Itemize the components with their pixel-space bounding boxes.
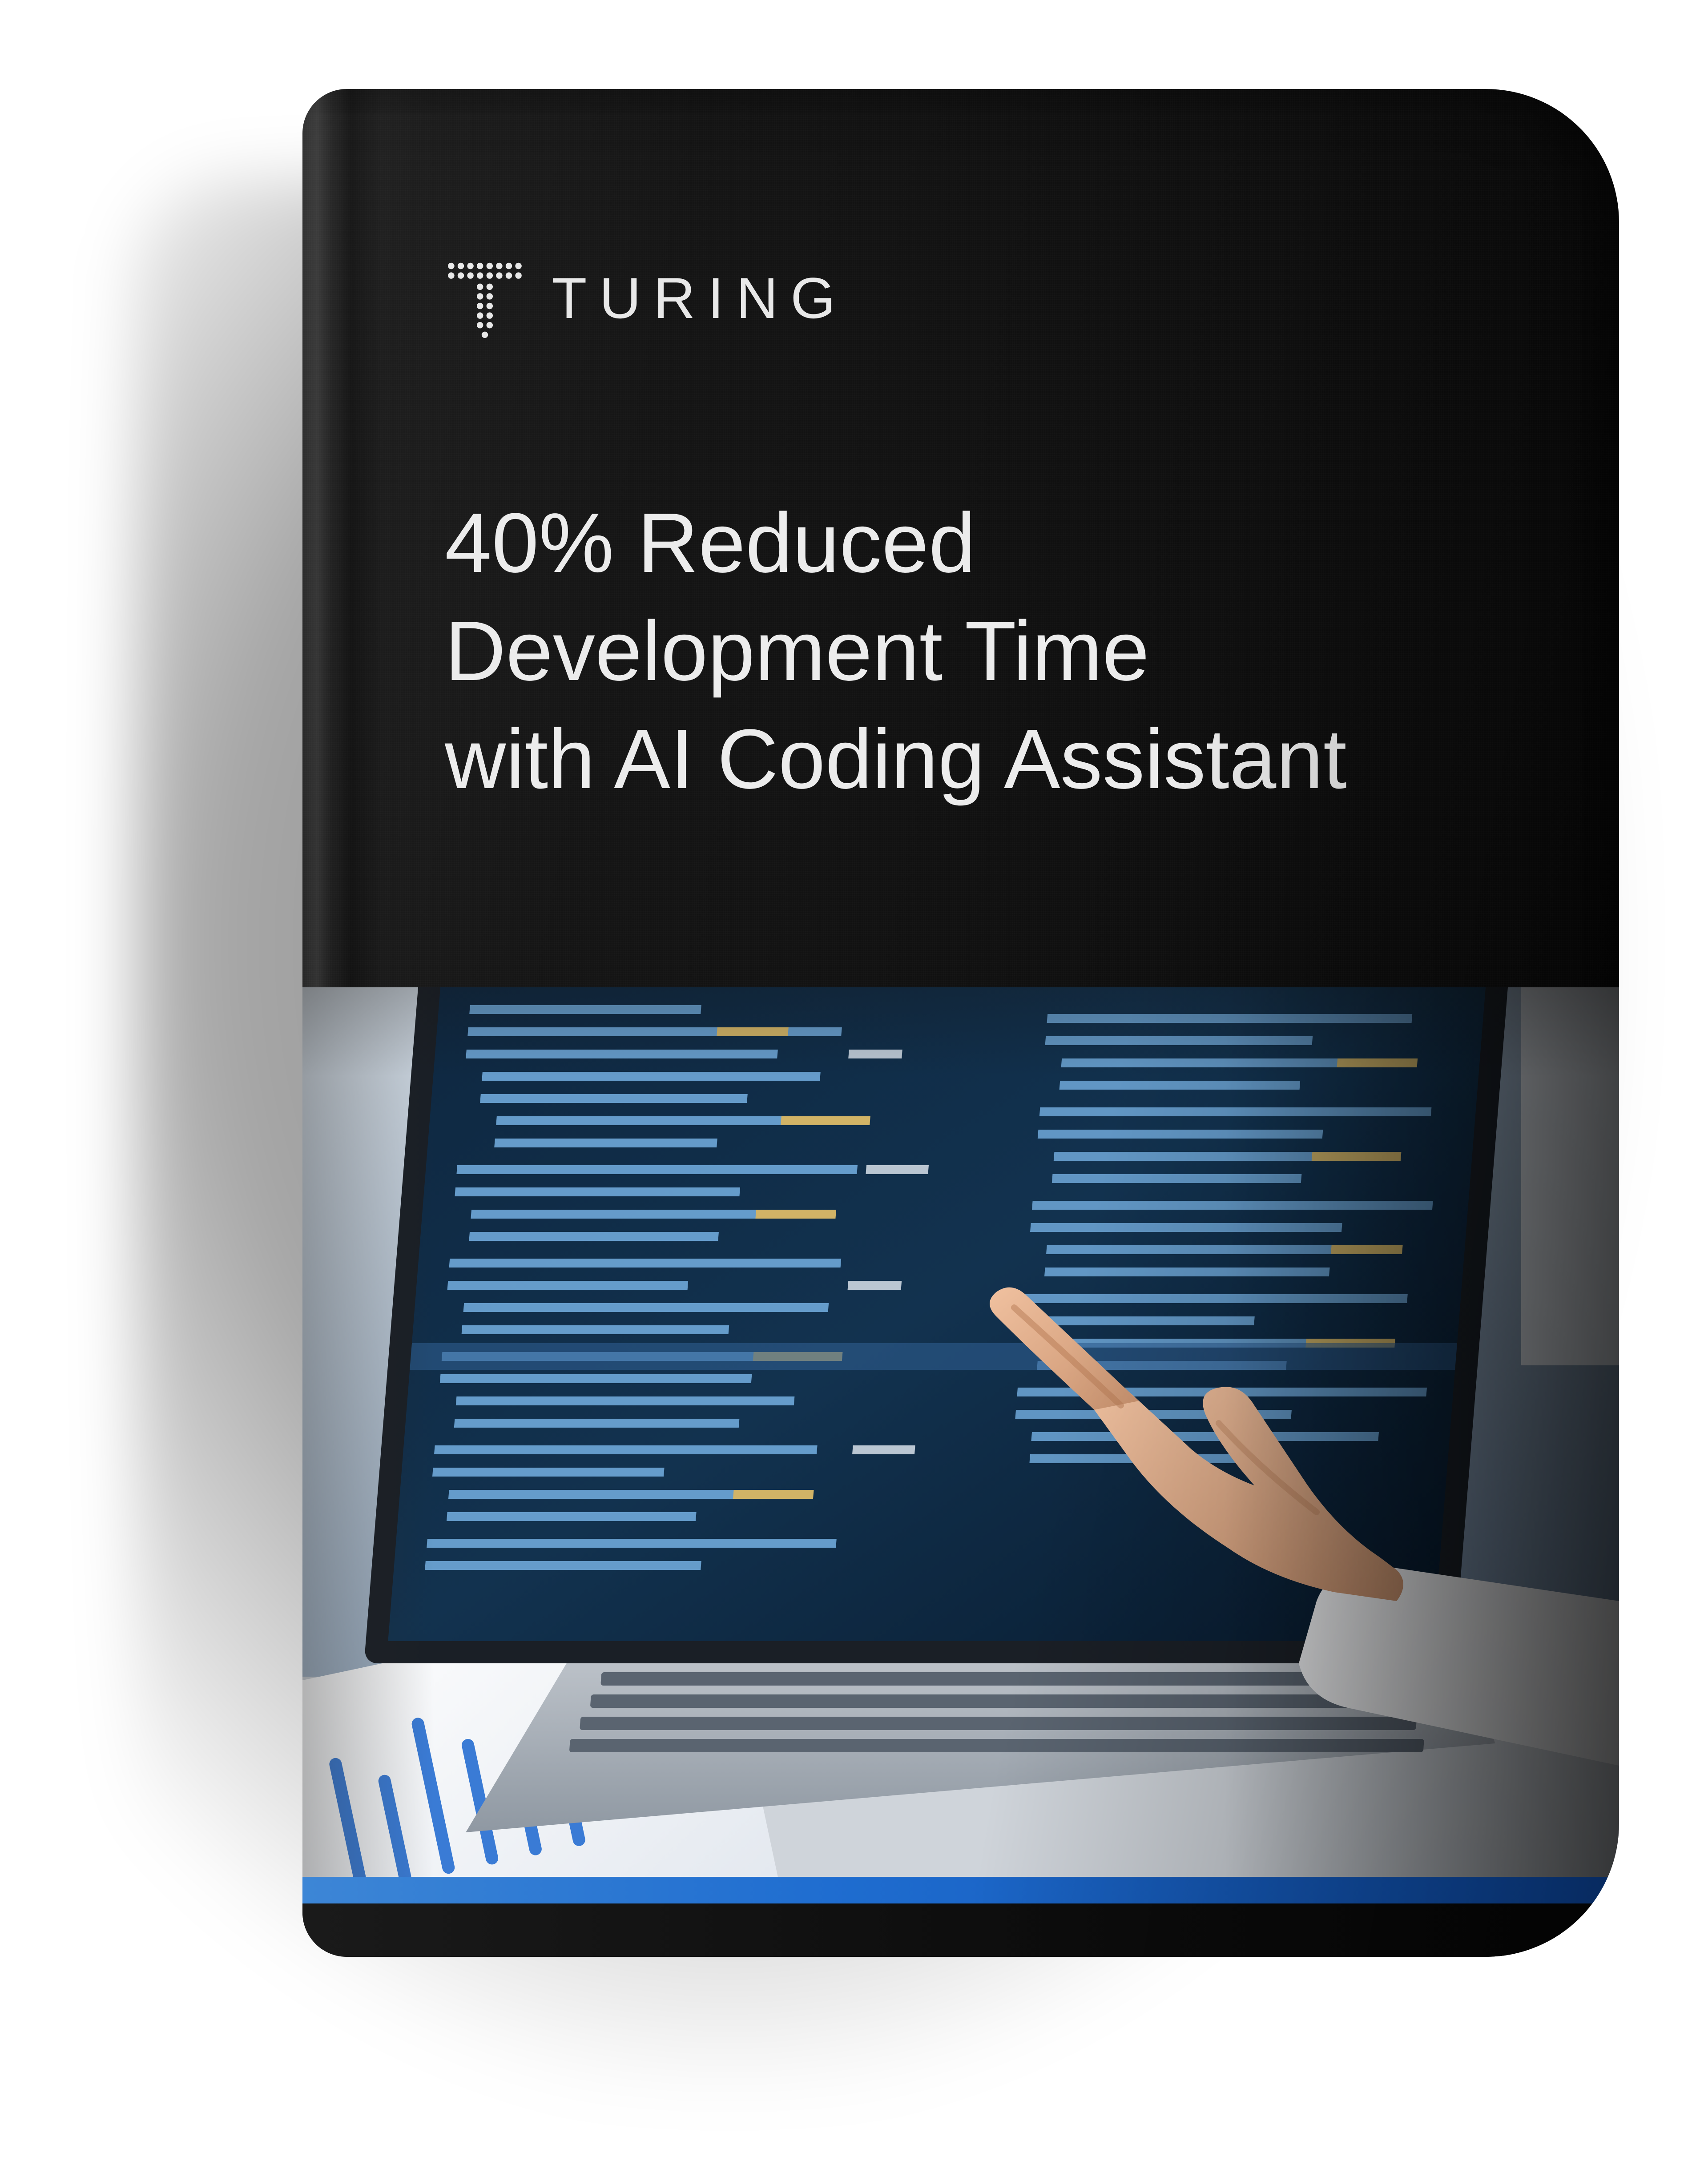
cover-bottom-band	[302, 1903, 1619, 1957]
title-line-3: with AI Coding Assistant	[445, 705, 1503, 813]
cover-photo	[302, 987, 1619, 1877]
cover-title: 40% Reduced Development Time with AI Cod…	[445, 489, 1503, 814]
brand-name: TURING	[552, 265, 848, 331]
title-line-1: 40% Reduced	[445, 489, 1503, 597]
accent-bar	[302, 1877, 1619, 1903]
brand-logo: TURING	[445, 258, 848, 338]
book-cover: TURING 40% Reduced Development Time with…	[302, 89, 1619, 1957]
turing-logo-icon	[445, 258, 525, 338]
page: TURING 40% Reduced Development Time with…	[0, 0, 1708, 2181]
title-line-2: Development Time	[445, 597, 1503, 705]
laptop-code-photo	[302, 987, 1619, 1877]
